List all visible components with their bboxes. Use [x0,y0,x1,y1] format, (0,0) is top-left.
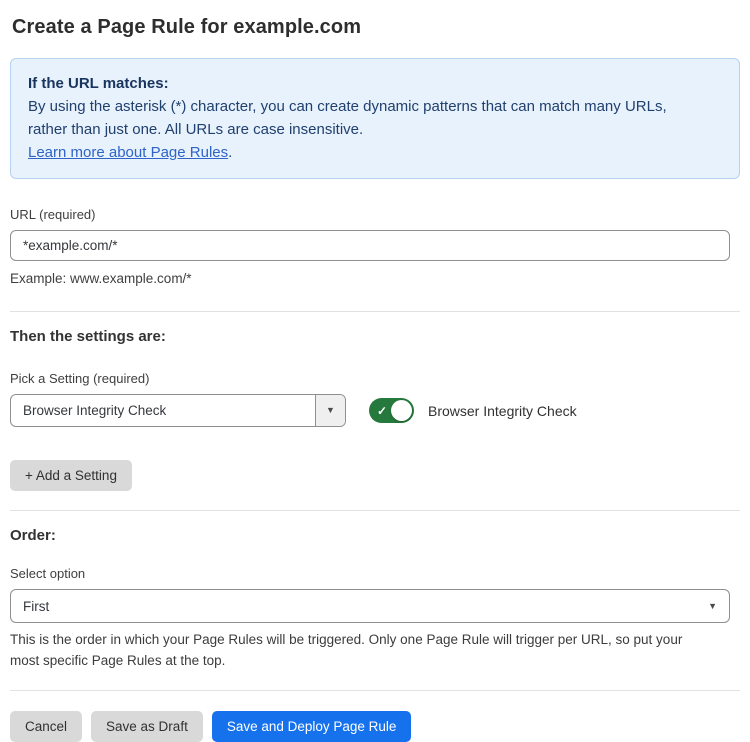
page-title: Create a Page Rule for example.com [12,16,738,39]
settings-section-heading: Then the settings are: [10,328,740,345]
setting-select[interactable]: Browser Integrity Check ▼ [10,394,346,427]
check-icon: ✓ [377,404,387,416]
setting-picker-label: Pick a Setting (required) [10,371,740,386]
footer-button-row: Cancel Save as Draft Save and Deploy Pag… [10,711,740,742]
setting-select-value: Browser Integrity Check [11,395,315,426]
info-box-body-line-2: rather than just one. All URLs are case … [28,118,722,141]
url-example-helper: Example: www.example.com/* [10,269,740,289]
page-rule-form: Create a Page Rule for example.com If th… [0,0,750,742]
order-select-block: Select option First ▼ This is the order … [10,566,740,671]
toggle-knob [391,400,412,421]
cancel-button[interactable]: Cancel [10,711,82,742]
url-field-block: URL (required) Example: www.example.com/… [10,207,740,289]
browser-integrity-check-toggle[interactable]: ✓ [369,398,414,423]
learn-more-link[interactable]: Learn more about Page Rules [28,144,228,161]
divider [10,510,740,511]
info-box-body-line-1: By using the asterisk (*) character, you… [28,95,722,118]
save-as-draft-button[interactable]: Save as Draft [91,711,203,742]
save-and-deploy-button[interactable]: Save and Deploy Page Rule [212,711,412,742]
order-section-heading: Order: [10,527,740,544]
order-helper-text: This is the order in which your Page Rul… [10,629,740,671]
toggle-label: Browser Integrity Check [428,403,577,419]
order-helper-line-2: most specific Page Rules at the top. [10,650,740,671]
order-select-label: Select option [10,566,740,581]
url-match-info-box: If the URL matches: By using the asteris… [10,58,740,179]
order-select-value: First [23,599,708,614]
divider [10,311,740,312]
chevron-down-icon: ▼ [326,406,335,415]
setting-select-arrow-button[interactable]: ▼ [315,395,345,426]
info-box-heading: If the URL matches: [28,72,722,95]
link-suffix-period: . [228,144,232,161]
info-box-link-line: Learn more about Page Rules. [28,141,722,164]
chevron-down-icon: ▼ [708,602,717,611]
order-helper-line-1: This is the order in which your Page Rul… [10,629,740,650]
setting-toggle-group: ✓ Browser Integrity Check [369,398,577,423]
add-setting-button[interactable]: + Add a Setting [10,460,132,491]
divider [10,690,740,691]
order-select[interactable]: First ▼ [10,589,730,623]
url-field-label: URL (required) [10,207,740,222]
url-input[interactable] [10,230,730,261]
setting-picker-block: Pick a Setting (required) Browser Integr… [10,371,740,427]
setting-row: Browser Integrity Check ▼ ✓ Browser Inte… [10,394,740,427]
